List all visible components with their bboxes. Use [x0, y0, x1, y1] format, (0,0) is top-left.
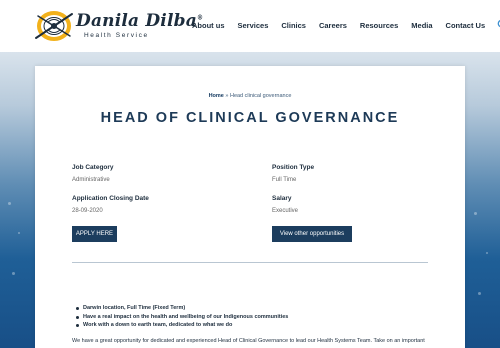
logo-subtitle: Health Service [84, 32, 149, 39]
site-header: Danila Dilba® Health Service About us Se… [0, 0, 500, 52]
nav-careers[interactable]: Careers [319, 21, 347, 30]
position-type-label: Position Type [272, 164, 315, 171]
background-dot [12, 272, 15, 275]
section-divider [72, 262, 428, 263]
breadcrumb-current: Head clinical governance [229, 93, 292, 99]
position-type-value: Full Time [272, 177, 297, 183]
closing-date-label: Application Closing Date [72, 195, 149, 202]
main-nav: About us Services Clinics Careers Resour… [192, 20, 500, 31]
nav-about-us[interactable]: About us [192, 21, 225, 30]
background-dot [478, 292, 481, 295]
background-dot [486, 252, 488, 254]
closing-date-value: 28-09-2020 [72, 208, 103, 214]
logo[interactable]: Danila Dilba® Health Service [34, 8, 203, 44]
salary-label: Salary [272, 195, 292, 202]
breadcrumb: Home » Head clinical governance [35, 93, 465, 99]
highlights-list: Darwin location, Full Time (Fixed Term) … [73, 304, 288, 330]
job-category-label: Job Category [72, 164, 114, 171]
logo-title: Danila Dilba® [76, 11, 204, 31]
logo-emblem-icon [35, 11, 73, 41]
background-dot [18, 232, 20, 234]
list-item: Work with a down to earth team, dedicate… [73, 321, 288, 330]
job-category-value: Administrative [72, 177, 110, 183]
job-card: Home » Head clinical governance HEAD OF … [35, 66, 465, 348]
salary-value: Executive [272, 208, 299, 214]
nav-media[interactable]: Media [411, 21, 432, 30]
nav-resources[interactable]: Resources [360, 21, 398, 30]
page-title: HEAD OF CLINICAL GOVERNANCE [100, 110, 400, 126]
breadcrumb-home-link[interactable]: Home [209, 93, 224, 99]
apply-here-button[interactable]: APPLY HERE [72, 226, 117, 242]
background-dot [8, 202, 11, 205]
list-item: Have a real impact on the health and wel… [73, 313, 288, 322]
nav-contact-us[interactable]: Contact Us [446, 21, 486, 30]
view-other-opportunities-button[interactable]: View other opportunities [272, 226, 352, 242]
nav-services[interactable]: Services [238, 21, 269, 30]
list-item: Darwin location, Full Time (Fixed Term) [73, 304, 288, 313]
nav-clinics[interactable]: Clinics [281, 21, 306, 30]
background-dot [474, 212, 477, 215]
job-intro-paragraph: We have a great opportunity for dedicate… [72, 338, 425, 344]
